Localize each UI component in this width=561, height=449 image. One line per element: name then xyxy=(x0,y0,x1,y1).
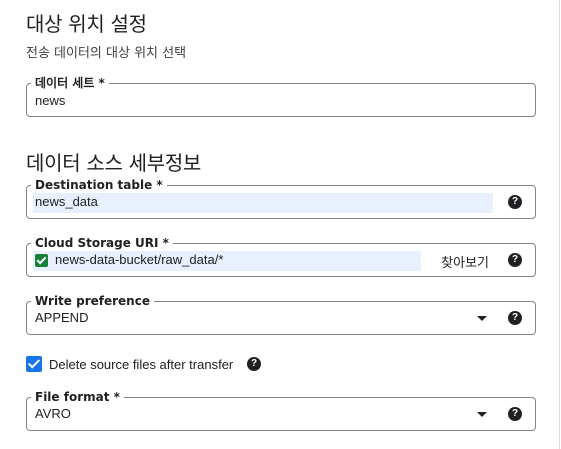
destination-table-field[interactable]: Destination table * news_data ? xyxy=(26,178,536,219)
file-format-select[interactable]: File format * AVRO ? xyxy=(26,390,536,431)
help-icon[interactable]: ? xyxy=(508,253,522,267)
cloud-storage-uri-label: Cloud Storage URI * xyxy=(31,236,173,250)
destination-table-highlight xyxy=(33,193,493,213)
check-icon xyxy=(35,254,48,267)
browse-button[interactable]: 찾아보기 xyxy=(441,252,489,271)
dataset-field[interactable]: 데이터 세트 * news xyxy=(26,76,536,117)
destination-subtext: 전송 데이터의 대상 위치 선택 xyxy=(26,46,187,61)
dropdown-arrow-icon[interactable] xyxy=(477,316,487,321)
file-format-label: File format * xyxy=(31,390,124,404)
delete-source-label: Delete source files after transfer xyxy=(49,357,234,372)
delete-source-checkbox[interactable] xyxy=(26,356,42,372)
dropdown-arrow-icon[interactable] xyxy=(477,412,487,417)
transfer-config-page: 대상 위치 설정 전송 데이터의 대상 위치 선택 데이터 세트 * news … xyxy=(0,0,561,449)
write-preference-label: Write preference xyxy=(31,294,154,308)
panel-divider xyxy=(559,0,560,449)
file-format-value: AVRO xyxy=(35,406,71,421)
help-icon[interactable]: ? xyxy=(508,407,522,421)
dataset-input[interactable]: news xyxy=(35,93,65,109)
source-details-heading: 데이터 소스 세부정보 xyxy=(26,151,202,175)
dataset-label: 데이터 세트 * xyxy=(31,76,109,90)
help-icon[interactable]: ? xyxy=(508,195,522,209)
cloud-storage-uri-field[interactable]: Cloud Storage URI * news-data-bucket/raw… xyxy=(26,236,536,277)
cloud-storage-uri-input[interactable]: news-data-bucket/raw_data/* xyxy=(55,252,223,268)
destination-table-label: Destination table * xyxy=(31,178,167,192)
write-preference-value: APPEND xyxy=(35,310,89,325)
destination-heading: 대상 위치 설정 xyxy=(26,12,147,36)
help-icon[interactable]: ? xyxy=(508,311,522,325)
help-icon[interactable]: ? xyxy=(247,357,261,371)
destination-table-input[interactable]: news_data xyxy=(35,194,98,210)
write-preference-select[interactable]: Write preference APPEND ? xyxy=(26,294,536,335)
